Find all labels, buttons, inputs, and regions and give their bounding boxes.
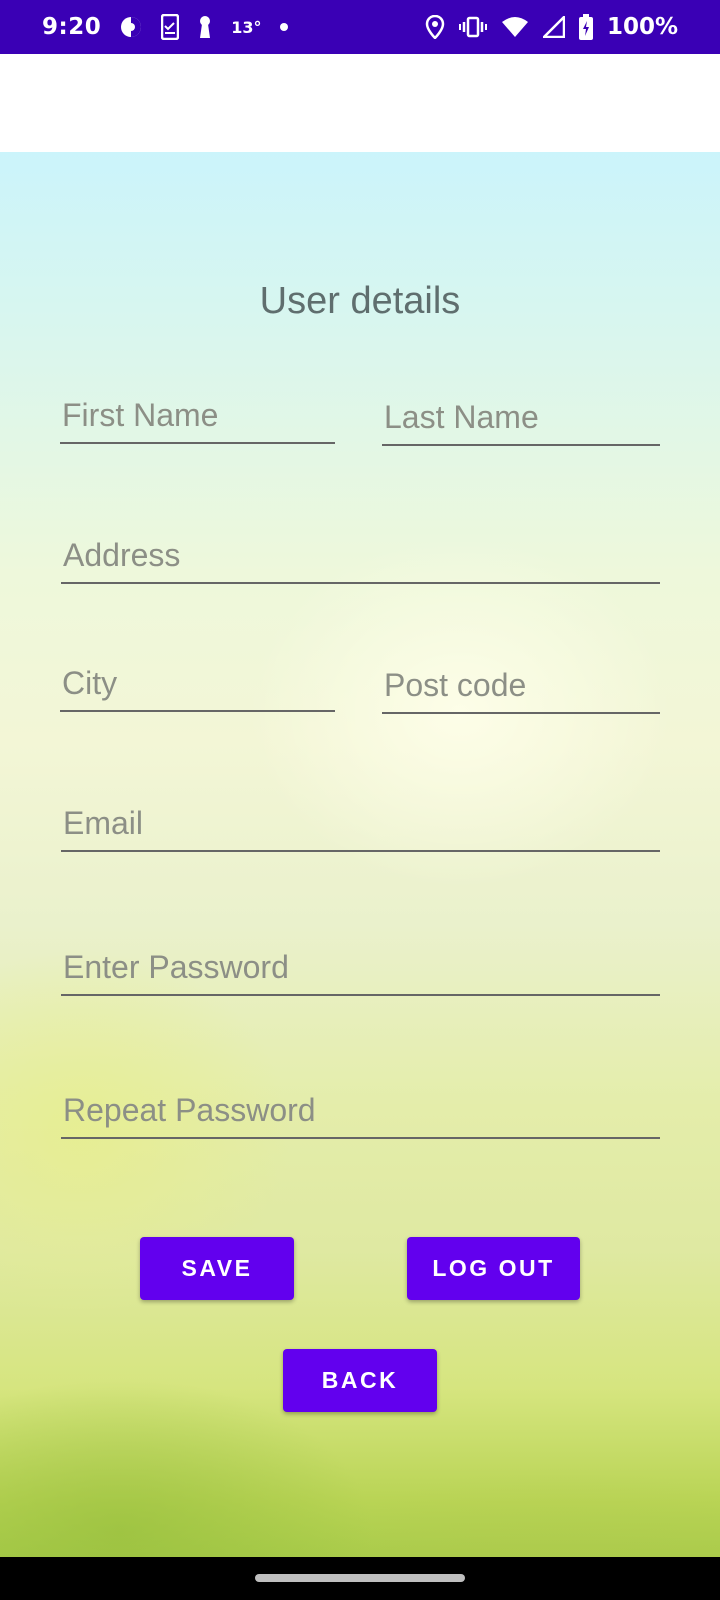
password-input[interactable] xyxy=(61,949,660,986)
first-name-input[interactable] xyxy=(60,397,335,434)
address-field xyxy=(61,528,660,584)
save-button[interactable]: SAVE xyxy=(140,1237,294,1300)
battery-charging-icon xyxy=(578,14,593,40)
post-code-field xyxy=(382,658,660,714)
clipboard-icon xyxy=(161,14,180,40)
city-input[interactable] xyxy=(60,665,335,702)
navigation-bar xyxy=(0,1557,720,1600)
location-icon xyxy=(425,15,445,39)
first-name-field xyxy=(60,388,335,444)
page-title: User details xyxy=(259,280,461,322)
battery-percentage: 100% xyxy=(606,14,678,40)
keyhole-icon xyxy=(197,15,213,39)
vibrate-icon xyxy=(458,16,487,38)
status-right-icons: 100% xyxy=(425,14,678,40)
temperature-text: 13° xyxy=(231,17,262,37)
repeat-password-field xyxy=(61,1083,660,1139)
repeat-password-input[interactable] xyxy=(61,1092,660,1129)
dot-icon xyxy=(279,22,289,32)
email-field xyxy=(61,796,660,852)
password-field xyxy=(61,940,660,996)
status-left-icons: 13° xyxy=(119,14,289,40)
app-bar xyxy=(0,54,720,152)
back-button[interactable]: BACK xyxy=(283,1349,437,1412)
data-saver-icon xyxy=(119,15,143,39)
last-name-input[interactable] xyxy=(382,399,660,436)
status-time: 9:20 xyxy=(42,14,102,40)
city-field xyxy=(60,656,335,712)
signal-icon xyxy=(542,16,565,38)
email-input[interactable] xyxy=(61,805,660,842)
last-name-field xyxy=(382,390,660,446)
status-bar: 9:20 13° 100% xyxy=(0,0,720,54)
address-input[interactable] xyxy=(61,537,660,574)
content-area: User details SAVE LOG OUT BACK xyxy=(0,152,720,1557)
wifi-icon xyxy=(501,16,529,38)
logout-button[interactable]: LOG OUT xyxy=(407,1237,580,1300)
home-gesture-handle[interactable] xyxy=(255,1574,465,1582)
post-code-input[interactable] xyxy=(382,667,660,704)
screen: 9:20 13° 100% User details First Name La… xyxy=(0,0,720,1600)
